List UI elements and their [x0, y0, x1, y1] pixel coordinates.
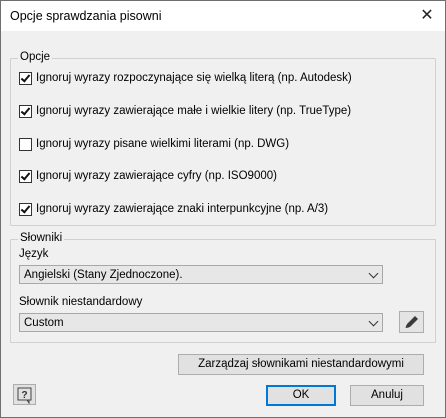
manage-dictionaries-button[interactable]: Zarządzaj słownikami niestandardowymi [178, 354, 424, 375]
language-label: Język [19, 248, 49, 260]
custom-dictionary-select[interactable]: Custom [19, 313, 383, 332]
option-ignore-punctuation[interactable]: Ignoruj wyrazy zawierające znaki interpu… [19, 201, 328, 217]
options-legend: Opcje [18, 51, 53, 63]
chevron-down-icon [368, 268, 379, 279]
checkbox-checked-icon[interactable] [19, 202, 32, 216]
option-label: Ignoruj wyrazy pisane wielkimi literami … [36, 138, 290, 150]
option-ignore-mixed-case[interactable]: Ignoruj wyrazy zawierające małe i wielki… [19, 103, 351, 119]
custom-dictionary-select-value: Custom [24, 317, 64, 329]
dialog-title: Opcje sprawdzania pisowni [10, 9, 162, 23]
ok-button[interactable]: OK [266, 385, 336, 406]
language-select[interactable]: Angielski (Stany Zjednoczone). [19, 265, 383, 284]
checkbox-checked-icon[interactable] [19, 104, 32, 118]
svg-text:?: ? [21, 390, 27, 401]
language-select-value: Angielski (Stany Zjednoczone). [24, 269, 183, 281]
option-label: Ignoruj wyrazy rozpoczynające się wielką… [36, 72, 352, 84]
chevron-down-icon [368, 316, 379, 327]
cancel-button[interactable]: Anuluj [350, 385, 424, 406]
checkbox-checked-icon[interactable] [19, 71, 32, 85]
custom-dictionary-label: Słownik niestandardowy [19, 296, 143, 308]
dictionaries-legend: Słowniki [18, 232, 65, 244]
help-icon: ? [17, 387, 32, 405]
option-label: Ignoruj wyrazy zawierające cyfry (np. IS… [36, 170, 277, 182]
close-icon[interactable]: ✕ [415, 5, 439, 27]
edit-dictionary-button[interactable] [399, 311, 424, 333]
pencil-icon [405, 316, 418, 328]
option-ignore-uppercase[interactable]: Ignoruj wyrazy pisane wielkimi literami … [19, 136, 289, 152]
checkbox-checked-icon[interactable] [19, 169, 32, 183]
option-ignore-digits[interactable]: Ignoruj wyrazy zawierające cyfry (np. IS… [19, 168, 277, 184]
option-label: Ignoruj wyrazy zawierające małe i wielki… [36, 105, 352, 117]
option-label: Ignoruj wyrazy zawierające znaki interpu… [36, 203, 329, 215]
help-button[interactable]: ? [13, 384, 36, 405]
title-bar: Opcje sprawdzania pisowni ✕ [1, 1, 445, 31]
option-ignore-capitalized[interactable]: Ignoruj wyrazy rozpoczynające się wielką… [19, 70, 352, 86]
checkbox-unchecked-icon[interactable] [19, 137, 32, 151]
dialog-window: Opcje sprawdzania pisowni ✕ Opcje Ignoru… [0, 0, 446, 418]
